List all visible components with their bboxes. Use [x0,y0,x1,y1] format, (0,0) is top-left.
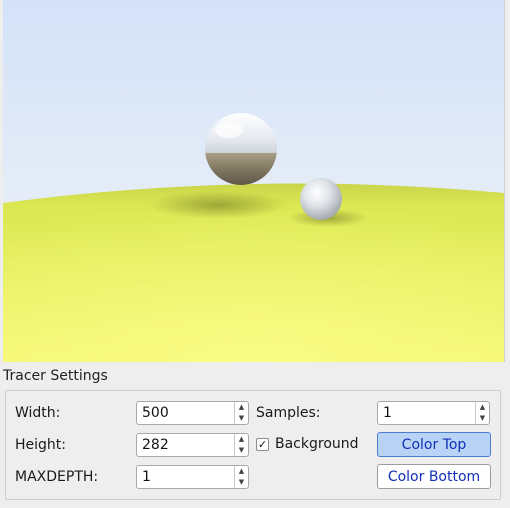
samples-label: Samples: [256,405,321,421]
samples-spinbox[interactable]: ▲ ▼ [377,401,490,425]
spin-up-icon[interactable]: ▲ [235,402,248,413]
spin-up-icon[interactable]: ▲ [476,402,489,413]
spin-down-icon[interactable]: ▼ [476,413,489,424]
samples-input[interactable] [378,402,474,424]
height-spinbox[interactable]: ▲ ▼ [136,433,249,457]
maxdepth-spinbox[interactable]: ▲ ▼ [136,465,249,489]
mirror-sphere [205,113,277,185]
color-top-button[interactable]: Color Top [377,432,491,457]
height-label: Height: [15,437,66,453]
render-view [3,0,505,362]
color-bottom-button[interactable]: Color Bottom [377,464,491,489]
spin-down-icon[interactable]: ▼ [235,445,248,456]
spin-up-icon[interactable]: ▲ [235,466,248,477]
maxdepth-input[interactable] [137,466,233,488]
height-input[interactable] [137,434,233,456]
maxdepth-label: MAXDEPTH: [15,469,99,485]
background-checkbox[interactable]: ✓ [256,437,269,451]
maxdepth-spin-arrows[interactable]: ▲ ▼ [234,466,248,488]
height-spin-arrows[interactable]: ▲ ▼ [234,434,248,456]
width-spinbox[interactable]: ▲ ▼ [136,401,249,425]
width-label: Width: [15,405,61,421]
group-title: Tracer Settings [3,368,108,384]
rendered-scene [3,0,504,362]
background-checkbox-row[interactable]: ✓ Background [256,434,359,454]
grey-sphere [300,178,342,220]
spin-down-icon[interactable]: ▼ [235,477,248,488]
spin-down-icon[interactable]: ▼ [235,413,248,424]
spin-up-icon[interactable]: ▲ [235,434,248,445]
background-label[interactable]: Background [275,436,359,452]
samples-spin-arrows[interactable]: ▲ ▼ [475,402,489,424]
width-spin-arrows[interactable]: ▲ ▼ [234,402,248,424]
tracer-window: Tracer Settings Width: ▲ ▼ Samples: ▲ ▼ … [0,0,510,508]
width-input[interactable] [137,402,233,424]
